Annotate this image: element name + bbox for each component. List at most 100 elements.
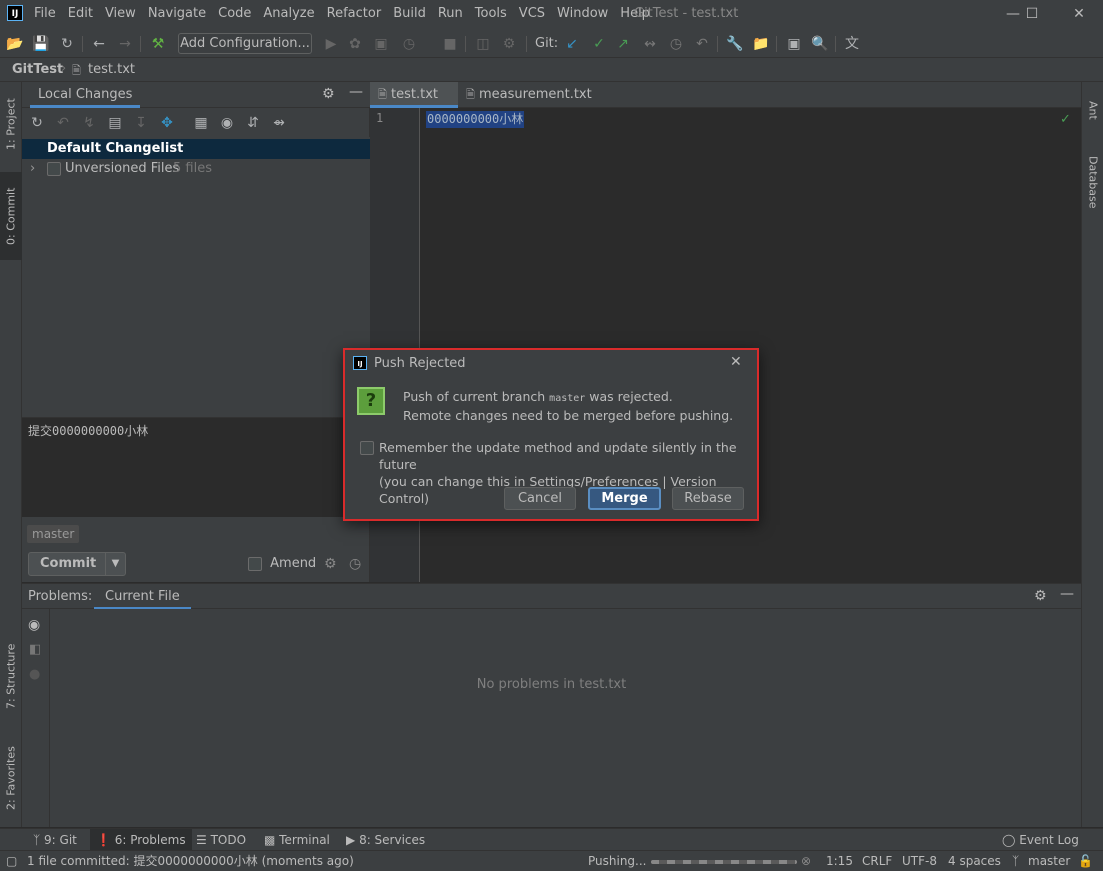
menu-file[interactable]: File: [34, 6, 62, 21]
settings-wrench-icon[interactable]: 🔧: [726, 35, 744, 53]
git-merge-icon[interactable]: ↭: [641, 35, 659, 53]
chevron-right-icon[interactable]: ›: [30, 159, 35, 179]
forward-arrow-icon[interactable]: →: [116, 35, 134, 53]
preview-icon[interactable]: ◧: [29, 642, 41, 657]
tool-tab-todo[interactable]: ☰ TODO: [190, 829, 252, 851]
back-arrow-icon[interactable]: ←: [90, 35, 108, 53]
menu-build[interactable]: Build: [393, 6, 432, 21]
stop-icon[interactable]: ■: [441, 35, 459, 53]
git-history-icon[interactable]: ◷: [667, 35, 685, 53]
toggle-tool-windows-icon[interactable]: ▢: [6, 853, 17, 870]
tool-tab-favorites[interactable]: 2: Favorites: [0, 734, 22, 822]
tool-tab-event-log[interactable]: ◯ Event Log: [996, 829, 1085, 851]
background-task-label[interactable]: Pushing...: [588, 853, 647, 870]
attach-icon[interactable]: ◫: [474, 35, 492, 53]
project-structure-icon[interactable]: 📁: [752, 35, 770, 53]
group-by-icon[interactable]: ▦: [192, 114, 210, 132]
menu-edit[interactable]: Edit: [68, 6, 99, 21]
caret-position[interactable]: 1:15: [826, 853, 853, 870]
tool-tab-terminal[interactable]: ▩ Terminal: [258, 829, 336, 851]
eye-icon[interactable]: ◉: [218, 114, 236, 132]
save-all-icon[interactable]: 💾: [32, 35, 50, 53]
merge-button[interactable]: Merge: [588, 487, 661, 510]
menu-view[interactable]: View: [105, 6, 142, 21]
menu-refactor[interactable]: Refactor: [327, 6, 388, 21]
hide-panel-icon[interactable]: —: [1060, 586, 1074, 602]
commit-history-clock-icon[interactable]: ◷: [349, 556, 361, 572]
close-icon[interactable]: ✕: [730, 354, 742, 370]
menu-navigate[interactable]: Navigate: [148, 6, 212, 21]
translate-icon[interactable]: 文: [843, 35, 861, 53]
debug-icon[interactable]: ✿: [346, 35, 364, 53]
unversioned-files-node[interactable]: › Unversioned Files 5 files: [22, 159, 370, 179]
amend-checkbox[interactable]: [248, 556, 262, 571]
coverage-icon[interactable]: ▣: [372, 35, 390, 53]
amend-option[interactable]: Amend: [248, 556, 316, 572]
gear-icon[interactable]: ⚙: [322, 86, 335, 102]
commit-options-gear-icon[interactable]: ⚙: [324, 556, 337, 572]
commit-button[interactable]: Commit ▼: [28, 552, 126, 576]
commit-message-input[interactable]: 提交0000000000小林: [22, 417, 370, 517]
menu-window[interactable]: Window: [557, 6, 614, 21]
collapse-all-icon[interactable]: ⇴: [270, 114, 288, 132]
git-push-icon[interactable]: ↗: [614, 35, 632, 53]
add-configuration-button[interactable]: Add Configuration...: [178, 33, 312, 54]
lock-icon[interactable]: 🔓: [1078, 853, 1093, 870]
remember-method-checkbox[interactable]: [360, 441, 374, 455]
unversioned-checkbox[interactable]: [47, 162, 61, 176]
status-message[interactable]: 1 file committed: 提交0000000000小林 (moment…: [27, 853, 354, 870]
tool-tab-services[interactable]: ▶ 8: Services: [340, 829, 431, 851]
diff-icon[interactable]: ▤: [106, 114, 124, 132]
move-changelist-icon[interactable]: ↯: [80, 114, 98, 132]
breadcrumb-file[interactable]: test.txt: [88, 62, 135, 77]
editor-tab-measurement-txt[interactable]: 🗎 measurement.txt ✕: [458, 82, 608, 127]
menu-run[interactable]: Run: [438, 6, 469, 21]
line-separator[interactable]: CRLF: [862, 853, 892, 870]
shelve-icon[interactable]: ↧: [132, 114, 150, 132]
git-update-icon[interactable]: ↙: [563, 35, 581, 53]
tool-tab-commit[interactable]: 0: Commit: [0, 172, 22, 260]
sync-icon[interactable]: ↻: [58, 35, 76, 53]
tool-tab-problems[interactable]: ❗ 6: Problems: [90, 829, 192, 851]
search-icon[interactable]: 🔍: [811, 35, 829, 53]
indent-setting[interactable]: 4 spaces: [948, 853, 1001, 870]
chevron-down-icon[interactable]: ▼: [105, 553, 125, 575]
tool-tab-structure[interactable]: 7: Structure: [0, 634, 22, 719]
profile-icon[interactable]: ◷: [400, 35, 418, 53]
tool-tab-project[interactable]: 1: Project: [0, 88, 22, 160]
terminal-window-icon[interactable]: ▣: [785, 35, 803, 53]
breadcrumb-project[interactable]: GitTest: [12, 62, 63, 77]
inspection-ok-check-icon[interactable]: ✓: [1060, 112, 1071, 127]
menu-vcs[interactable]: VCS: [519, 6, 551, 21]
rebase-button[interactable]: Rebase: [672, 487, 744, 510]
menu-code[interactable]: Code: [218, 6, 257, 21]
git-branch-status[interactable]: master: [1028, 853, 1070, 870]
code-line[interactable]: 0000000000小林: [426, 111, 525, 128]
close-window-button[interactable]: ✕: [1061, 2, 1097, 26]
cancel-button[interactable]: Cancel: [504, 487, 576, 510]
hide-panel-icon[interactable]: —: [349, 84, 363, 100]
maximize-button[interactable]: ☐: [1014, 2, 1050, 26]
open-folder-icon[interactable]: 📂: [6, 35, 24, 53]
eye-icon[interactable]: ◉: [28, 617, 40, 633]
rollback-icon[interactable]: ↶: [54, 114, 72, 132]
cancel-task-icon[interactable]: ⊗: [801, 853, 811, 870]
editor-tab-test-txt[interactable]: 🗎 test.txt ✕: [370, 82, 458, 127]
update-icon[interactable]: ✥: [158, 114, 176, 132]
deploy-icon[interactable]: ⚙: [500, 35, 518, 53]
git-commit-icon[interactable]: ✓: [590, 35, 608, 53]
tool-tab-database[interactable]: Database: [1082, 146, 1103, 218]
expand-all-icon[interactable]: ⇵: [244, 114, 262, 132]
run-icon[interactable]: ▶: [322, 35, 340, 53]
tool-tab-ant[interactable]: Ant: [1082, 88, 1103, 132]
tab-local-changes[interactable]: Local Changes: [30, 82, 141, 108]
git-rollback-icon[interactable]: ↶: [693, 35, 711, 53]
refresh-icon[interactable]: ↻: [28, 114, 46, 132]
build-hammer-icon[interactable]: ⚒: [149, 35, 167, 53]
tool-tab-git[interactable]: ᛉ 9: Git: [27, 829, 83, 851]
file-encoding[interactable]: UTF-8: [902, 853, 937, 870]
menu-analyze[interactable]: Analyze: [263, 6, 320, 21]
menu-tools[interactable]: Tools: [475, 6, 513, 21]
gear-icon[interactable]: ⚙: [1034, 588, 1047, 604]
tab-current-file[interactable]: Current File: [94, 584, 191, 610]
